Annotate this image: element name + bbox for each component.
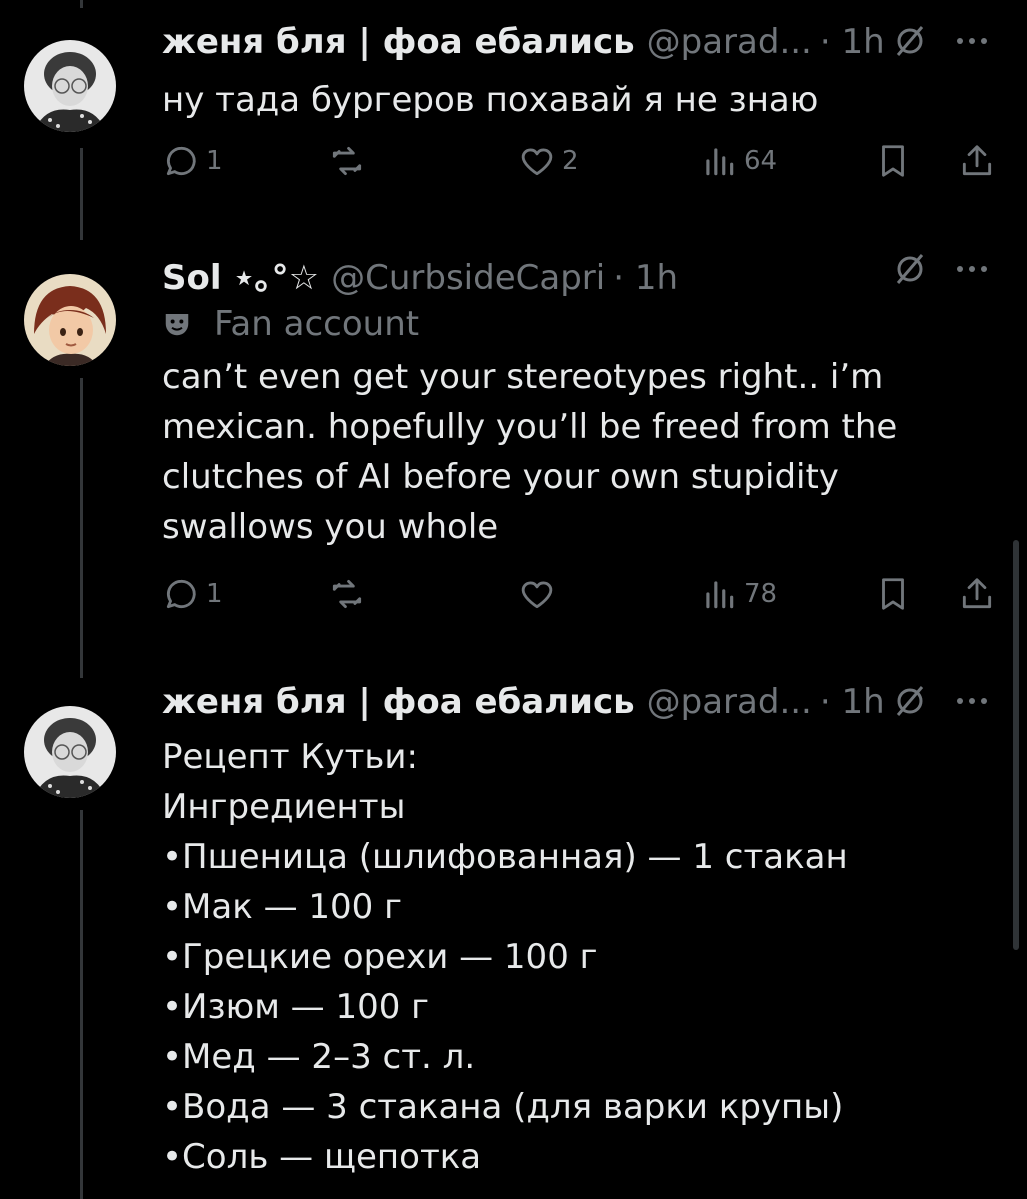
tweet-text: Рецепт Кутьи: Ингредиенты •Пшеница (шлиф… [162,732,848,1182]
display-name[interactable]: Sol ⋆｡°☆ [162,250,319,299]
heart-icon [521,148,553,176]
user-handle[interactable]: @CurbsideCapri [331,258,605,298]
share-icon [962,578,992,609]
scrollbar[interactable] [1013,540,1019,950]
repost-button[interactable] [328,575,366,613]
thread-line [80,0,83,8]
tweet-text: ну тада бургеров похавай я не знаю [162,75,818,125]
user-handle[interactable]: @parad... [647,22,812,62]
grok-icon[interactable] [893,684,927,718]
reply-button[interactable]: 1 [162,142,223,180]
repost-button[interactable] [328,142,366,180]
like-button[interactable]: 2 [518,142,579,180]
grok-icon[interactable] [893,24,927,58]
avatar[interactable] [24,274,116,366]
mask-icon [165,314,189,336]
views-button[interactable]: 78 [700,575,777,613]
view-count: 64 [744,146,778,176]
avatar[interactable] [24,40,116,132]
thread-line [80,148,83,240]
avatar-image [24,40,116,132]
view-count: 78 [744,579,778,609]
bookmark-icon [882,145,904,177]
share-button[interactable] [958,575,996,613]
bookmark-button[interactable] [874,575,912,613]
user-handle[interactable]: @parad... [647,682,812,722]
tweet-line: •Изюм — 100 г [162,987,430,1027]
avatar-image [24,706,116,798]
more-icon[interactable] [957,38,987,44]
reply-count: 1 [206,146,223,176]
tweet-line: mexican. hopefully you’ll be freed from … [162,407,898,447]
reply-icon [166,146,196,176]
timestamp[interactable]: · 1h [820,22,885,62]
badge-text: Fan account [214,304,420,344]
timestamp[interactable]: · 1h [613,258,678,298]
repost-icon [332,579,362,609]
tweet-line: Рецепт Кутьи: [162,737,418,777]
bookmark-icon [882,578,904,610]
like-count: 2 [562,146,579,176]
reply-button[interactable]: 1 [162,575,223,613]
views-icon [706,148,734,176]
tweet-line: •Мед — 2–3 ст. л. [162,1037,476,1077]
thread-line [80,810,83,1199]
repost-icon [332,146,362,176]
share-icon [962,145,992,176]
tweet-header: женя бля | фоа ебались @parad... · 1h [162,22,885,62]
tweet-line: can’t even get your stereotypes right.. … [162,357,884,397]
reply-count: 1 [206,579,223,609]
tweet-line: •Вода — 3 стакана (для варки крупы) [162,1087,844,1127]
share-button[interactable] [958,142,996,180]
tweet-line: Ингредиенты [162,787,406,827]
tweet-text: can’t even get your stereotypes right.. … [162,352,897,552]
tweet-line: •Грецкие орехи — 100 г [162,937,598,977]
tweet-line: •Пшеница (шлифованная) — 1 стакан [162,837,848,877]
like-button[interactable] [518,575,556,613]
action-bar: 1 78 [162,575,1002,615]
tweet-corner [893,24,987,58]
tweet-line: •Мак — 100 г [162,887,402,927]
tweet-corner [893,252,987,286]
tweet-line: swallows you whole [162,507,499,547]
fan-account-label: Fan account [162,304,419,344]
avatar-image [24,274,116,366]
more-icon[interactable] [957,266,987,272]
tweet-header: женя бля | фоа ебались @parad... · 1h [162,682,885,722]
tweet-line: •Соль — щепотка [162,1137,482,1177]
avatar[interactable] [24,706,116,798]
more-icon[interactable] [957,698,987,704]
bookmark-button[interactable] [874,142,912,180]
thread-line [80,378,83,678]
tweet-line: ну тада бургеров похавай я не знаю [162,80,819,120]
tweet-corner [893,684,987,718]
display-name[interactable]: женя бля | фоа ебались [162,682,635,722]
heart-icon [521,581,553,609]
views-button[interactable]: 64 [700,142,777,180]
tweet-line: clutches of AI before your own stupidity [162,457,839,497]
tweet-header: Sol ⋆｡°☆ @CurbsideCapri · 1h [162,250,678,299]
views-icon [706,581,734,609]
display-name[interactable]: женя бля | фоа ебались [162,22,635,62]
grok-icon[interactable] [893,252,927,286]
reply-icon [166,579,196,609]
action-bar: 1 2 64 [162,142,1002,182]
timestamp[interactable]: · 1h [820,682,885,722]
